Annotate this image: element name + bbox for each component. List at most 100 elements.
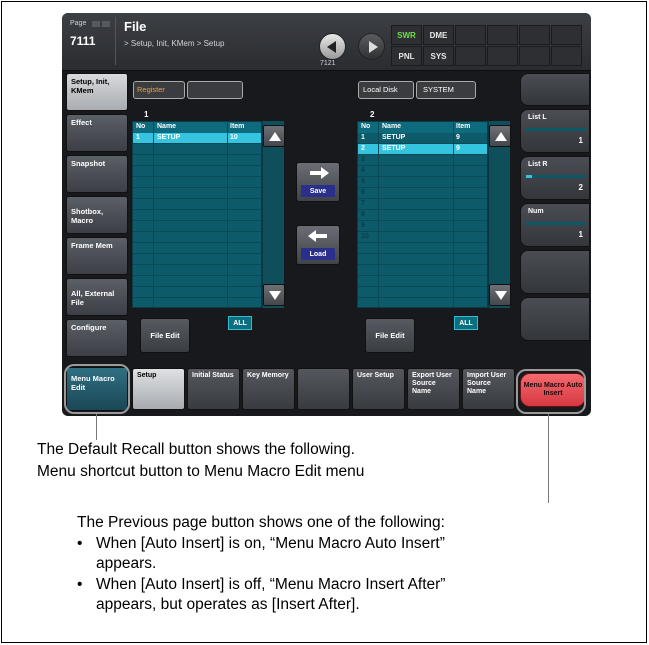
right-control-blank[interactable] xyxy=(520,250,590,294)
list-l-level-bar xyxy=(526,128,586,131)
column-divider xyxy=(227,122,228,307)
top-bar: Page 7111 File > Setup, Init, KMem > Set… xyxy=(62,13,591,71)
bullet1-line1: When [Auto Insert] is on, “Menu Macro Au… xyxy=(96,535,445,552)
bullet2-line1: When [Auto Insert] is off, “Menu Macro I… xyxy=(96,576,446,593)
scroll-up-button[interactable] xyxy=(263,125,285,147)
left-all-button[interactable]: ALL xyxy=(228,316,252,330)
num-control[interactable]: Num 1 xyxy=(520,203,590,247)
register-value-field[interactable] xyxy=(187,81,243,99)
right-file-edit-button[interactable]: File Edit xyxy=(365,318,415,353)
bullet1-line2: appears. xyxy=(96,555,157,572)
left-list-scrollbar[interactable] xyxy=(262,121,285,308)
sidebar-item-effect[interactable]: Effect xyxy=(66,114,128,152)
callout-highlight-left xyxy=(64,364,130,414)
mode-sys-button[interactable]: SYS xyxy=(423,46,454,66)
col-no-header: No xyxy=(136,123,146,130)
row-no: 5 xyxy=(361,178,365,185)
row-item: 9 xyxy=(456,134,460,141)
page-label: Page xyxy=(70,20,87,27)
callout-line-right xyxy=(548,414,549,503)
row-name: SETUP xyxy=(382,145,406,152)
scroll-up-button[interactable] xyxy=(489,125,511,147)
previous-page-button[interactable] xyxy=(319,33,346,60)
right-all-button[interactable]: ALL xyxy=(454,316,478,330)
load-button[interactable]: Load xyxy=(296,225,340,265)
tab-key-memory[interactable]: Key Memory xyxy=(242,368,295,410)
nav-page-number: 7121 xyxy=(320,60,336,67)
col-item-header: Item xyxy=(456,123,471,130)
col-item-header: Item xyxy=(230,123,245,130)
list-l-label: List L xyxy=(528,114,547,121)
local-disk-button[interactable]: Local Disk xyxy=(358,81,414,99)
mode-blank-button[interactable] xyxy=(519,46,550,66)
right-control-blank[interactable] xyxy=(520,297,590,341)
list-l-control[interactable]: List L 1 xyxy=(520,109,590,153)
page-indicator-icon xyxy=(92,21,100,27)
list-r-control[interactable]: List R 2 xyxy=(520,156,590,200)
bullet2-line2: appears, but operates as [Insert After]. xyxy=(96,596,360,613)
left-file-edit-button[interactable]: File Edit xyxy=(140,318,190,353)
mode-blank-button[interactable] xyxy=(519,25,550,45)
tab-user-setup[interactable]: User Setup xyxy=(352,368,405,410)
right-control-blank[interactable] xyxy=(520,73,590,106)
sidebar-item-setup-init-kmem[interactable]: Setup, Init, KMem xyxy=(66,73,128,111)
mode-pnl-button[interactable]: PNL xyxy=(391,46,422,66)
right-arrow-icon xyxy=(310,171,321,175)
list-l-value: 1 xyxy=(578,136,583,145)
row-no: 3 xyxy=(361,156,365,163)
mode-blank-button[interactable] xyxy=(455,25,486,45)
col-name-header: Name xyxy=(382,123,402,130)
down-arrow-icon xyxy=(269,291,281,300)
left-arrow-icon xyxy=(316,234,327,238)
save-button[interactable]: Save xyxy=(296,162,340,202)
scroll-down-button[interactable] xyxy=(263,284,285,306)
row-no: 1 xyxy=(136,134,140,141)
left-panel-number: 1 xyxy=(144,110,149,119)
left-file-list[interactable]: No Name Item 1 SETUP 10 xyxy=(132,121,262,308)
scroll-down-button[interactable] xyxy=(489,284,511,306)
right-list-scrollbar[interactable] xyxy=(488,121,511,308)
row-no: 1 xyxy=(361,134,365,141)
bullet-icon: • xyxy=(77,576,83,593)
row-name: SETUP xyxy=(157,134,181,141)
mode-dme-button[interactable]: DME xyxy=(423,25,454,45)
tab-import-user-source-name[interactable]: Import User Source Name xyxy=(462,368,515,410)
row-no: 9 xyxy=(361,222,365,229)
page-number: 7111 xyxy=(70,34,96,48)
right-file-list[interactable]: No Name Item 1 SETUP 9 2 SETUP 9 3 4 5 6… xyxy=(357,121,488,308)
mode-blank-button[interactable] xyxy=(551,46,582,66)
sidebar-item-shotbox-macro[interactable]: Shotbox, Macro xyxy=(66,196,128,234)
register-button[interactable]: Register xyxy=(133,81,185,99)
previous-page-note: The Previous page button shows one of th… xyxy=(77,514,445,531)
row-no: 2 xyxy=(361,145,365,152)
next-page-button[interactable] xyxy=(358,33,385,60)
num-label: Num xyxy=(528,208,544,215)
column-divider xyxy=(378,122,379,307)
sidebar-item-all-external-file[interactable]: All, External File xyxy=(66,278,128,316)
save-label: Save xyxy=(301,185,335,197)
system-button[interactable]: SYSTEM xyxy=(416,81,476,99)
mode-blank-button[interactable] xyxy=(487,25,518,45)
sidebar-item-snapshot[interactable]: Snapshot xyxy=(66,155,128,193)
tab-export-user-source-name[interactable]: Export User Source Name xyxy=(407,368,460,410)
tab-blank[interactable] xyxy=(297,368,350,410)
num-level-bar xyxy=(526,222,586,225)
column-divider xyxy=(453,122,454,307)
row-no: 10 xyxy=(361,233,369,240)
sidebar-item-frame-mem[interactable]: Frame Mem xyxy=(66,237,128,275)
page-indicator-icon xyxy=(102,21,110,27)
mode-blank-button[interactable] xyxy=(487,46,518,66)
list-r-value: 2 xyxy=(578,183,583,192)
list-r-level-bar xyxy=(526,175,586,178)
up-arrow-icon xyxy=(495,132,507,141)
tab-initial-status[interactable]: Initial Status xyxy=(187,368,240,410)
down-arrow-icon xyxy=(495,291,507,300)
page-title: File xyxy=(124,19,147,34)
mode-blank-button[interactable] xyxy=(551,25,582,45)
tab-setup[interactable]: Setup xyxy=(132,368,185,410)
sidebar-item-configure[interactable]: Configure xyxy=(66,319,128,357)
row-item: 10 xyxy=(230,134,238,141)
mode-blank-button[interactable] xyxy=(455,46,486,66)
right-arrow-head-icon xyxy=(321,167,329,179)
mode-swr-button[interactable]: SWR xyxy=(391,25,422,45)
